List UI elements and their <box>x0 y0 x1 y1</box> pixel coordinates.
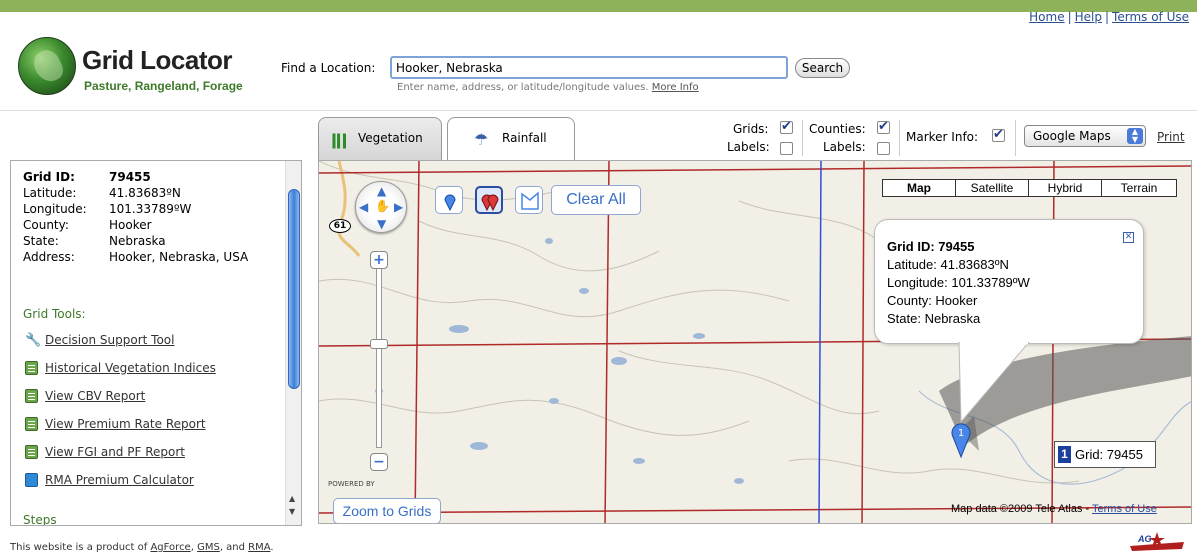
help-link[interactable]: Help <box>1075 10 1102 24</box>
scroll-up-arrow-icon[interactable]: ▲ <box>289 494 295 503</box>
gms-link[interactable]: GMS <box>197 542 220 553</box>
map-type-map-button[interactable]: Map <box>882 179 956 197</box>
zoom-to-grids-button[interactable]: Zoom to Grids <box>333 498 441 523</box>
grids-label: Grids: <box>733 122 769 136</box>
grid-tools-heading: Grid Tools: <box>23 307 86 321</box>
marker-info-checkbox[interactable] <box>992 127 1005 142</box>
rma-link[interactable]: RMA <box>248 542 270 553</box>
location-search-input[interactable] <box>390 56 788 79</box>
sheet-icon <box>25 445 38 459</box>
wrench-icon: 🔧 <box>25 333 42 348</box>
clear-all-button[interactable]: Clear All <box>551 185 641 215</box>
top-links: Home | Help | Terms of Use <box>1029 10 1189 24</box>
pan-control[interactable]: ▲ ◀ ▶ ▼ ✋ <box>355 181 407 233</box>
grid-labels-checkbox[interactable] <box>780 142 793 155</box>
select-arrows-icon: ▲ ▼ <box>1127 128 1143 144</box>
grid-locator-logo-icon <box>18 37 76 95</box>
pan-left-icon[interactable]: ◀ <box>359 200 368 214</box>
grids-checkbox[interactable] <box>780 119 793 134</box>
map-type-hybrid-button[interactable]: Hybrid <box>1028 179 1102 197</box>
counties-checkbox[interactable] <box>877 119 890 134</box>
marker-icon <box>444 194 456 212</box>
map-type-satellite-button[interactable]: Satellite <box>955 179 1029 197</box>
pan-right-icon[interactable]: ▶ <box>394 200 403 214</box>
map-terms-link[interactable]: Terms of Use <box>1092 503 1157 515</box>
counties-label: Counties: <box>809 122 866 136</box>
panel-scrollbar[interactable]: ▲ ▼ <box>285 161 301 525</box>
map-provider-select[interactable]: Google Maps ▲ ▼ <box>1024 125 1146 147</box>
grass-icon: ǁǀ <box>331 130 348 149</box>
multi-marker-tool-button[interactable] <box>475 186 503 214</box>
scroll-down-arrow-icon[interactable]: ▼ <box>289 507 295 516</box>
zoom-out-button[interactable]: − <box>370 453 388 471</box>
county-labels-checkbox[interactable] <box>877 142 890 155</box>
agforce-logo-icon: AG <box>1130 532 1184 551</box>
pan-down-icon[interactable]: ▼ <box>377 217 386 231</box>
app-subtitle: Pasture, Rangeland, Forage <box>84 79 243 93</box>
zoom-in-button[interactable]: + <box>370 251 388 269</box>
scrollbar-thumb[interactable] <box>288 189 300 389</box>
home-link[interactable]: Home <box>1029 10 1064 24</box>
sheet-icon <box>25 361 38 375</box>
powered-by-label: POWERED BY <box>328 480 375 488</box>
zoom-slider-knob[interactable] <box>370 339 388 349</box>
pan-up-icon[interactable]: ▲ <box>377 184 386 198</box>
marker-info-bubble: Grid ID: 79455 Latitude: 41.83683ºN Long… <box>874 219 1144 344</box>
map-view[interactable]: Map Satellite Hybrid Terrain 61 ▲ ◀ ▶ ▼ … <box>318 160 1192 524</box>
single-marker-tool-button[interactable] <box>435 186 463 214</box>
grid-info-panel: Grid ID: 79455 Latitude: 41.83683ºN Longit… <box>10 160 302 526</box>
find-location-label: Find a Location: <box>281 61 376 75</box>
polygon-icon <box>521 191 539 210</box>
search-button[interactable]: Search <box>795 58 850 78</box>
marker-info-label: Marker Info: <box>906 130 979 144</box>
header-divider <box>0 110 1197 111</box>
multi-marker-icon <box>481 194 499 212</box>
rain-icon: ☂ <box>474 130 489 149</box>
calculator-icon <box>25 473 38 487</box>
route-shield-icon: 61 <box>329 219 351 233</box>
close-icon[interactable]: ✕ <box>1123 232 1134 243</box>
map-type-terrain-button[interactable]: Terrain <box>1101 179 1177 197</box>
grid-label-number: 1 <box>1058 446 1071 463</box>
grid-labels-label: Labels: <box>727 140 770 154</box>
map-marker-icon[interactable]: 1 <box>949 419 973 459</box>
tab-vegetation[interactable]: ǁǀ Vegetation <box>318 117 442 160</box>
grid-label-box: 1 Grid: 79455 <box>1054 441 1156 468</box>
more-info-link[interactable]: More Info <box>652 82 699 93</box>
app-title: Grid Locator <box>82 45 233 75</box>
tab-rainfall[interactable]: ☂ Rainfall <box>447 117 575 160</box>
footer-text: This website is a product of AgForce, GM… <box>10 542 274 553</box>
sheet-icon <box>25 417 38 431</box>
marker-number-label: 1 <box>958 428 964 439</box>
steps-heading: Steps <box>23 513 57 526</box>
map-attribution: Map data ©2009 Tele Atlas - Terms of Use <box>951 503 1157 515</box>
zoom-slider-track[interactable] <box>376 266 382 448</box>
sheet-icon <box>25 389 38 403</box>
search-hint: Enter name, address, or latitude/longitu… <box>397 82 699 93</box>
terms-link[interactable]: Terms of Use <box>1112 10 1189 24</box>
county-labels-label: Labels: <box>823 140 866 154</box>
polygon-tool-button[interactable] <box>515 186 543 214</box>
agforce-link[interactable]: AgForce <box>150 542 190 553</box>
header-green-bar <box>0 0 1197 12</box>
hand-icon: ✋ <box>375 199 390 213</box>
svg-text:AG: AG <box>1137 534 1152 544</box>
print-link[interactable]: Print <box>1157 130 1185 144</box>
